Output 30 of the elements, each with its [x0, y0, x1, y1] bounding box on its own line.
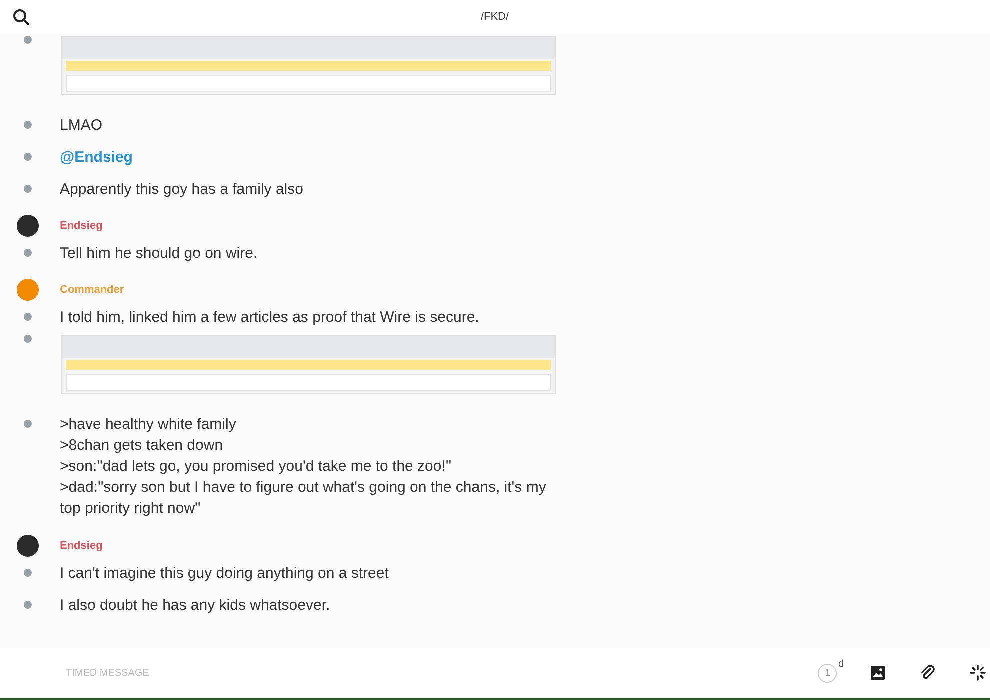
search-icon[interactable] [13, 8, 30, 26]
message-text: Apparently this goy has a family also [60, 180, 304, 200]
message-text: I also doubt he has any kids whatsoever. [60, 596, 330, 616]
conversation-title: /FKD/ [480, 11, 510, 23]
message-dot [24, 249, 32, 257]
message-dot [24, 420, 32, 428]
message-input[interactable]: TIMED MESSAGE [64, 666, 818, 680]
message-text: Tell him he should go on wire. [60, 244, 258, 264]
sender-name[interactable]: Endsieg [60, 540, 103, 552]
message-dot [24, 335, 32, 343]
sender-name[interactable]: Commander [60, 284, 124, 296]
message-dot [24, 601, 32, 609]
paperclip-icon[interactable] [920, 665, 936, 681]
message-text: LMAO [60, 116, 103, 136]
avatar-circle [17, 215, 39, 237]
mention-link[interactable]: @Endsieg [60, 148, 133, 166]
message-dot [24, 36, 32, 44]
message-text: I told him, linked him a few articles as proof that Wire is secure. [60, 308, 480, 328]
message-dot [24, 569, 32, 577]
avatar-circle [17, 535, 39, 557]
message-dot [24, 185, 32, 193]
message-dot [24, 153, 32, 161]
message-text: I can't imagine this guy doing anything on a street [60, 564, 389, 584]
sparkle-icon[interactable] [970, 665, 986, 681]
sender-name[interactable]: Endsieg [60, 220, 103, 232]
message-text: >have healthy white family >8chan gets taken down >son:''dad lets go, you promised you'd take me to the zoo!'' >dad:''sorry son but I have to figure out what's going on the chans, it's my top priority right now'' [60, 415, 548, 519]
avatar-circle [17, 279, 39, 301]
image-icon[interactable] [870, 665, 886, 681]
message-dot [24, 121, 32, 129]
message-dot [24, 313, 32, 321]
